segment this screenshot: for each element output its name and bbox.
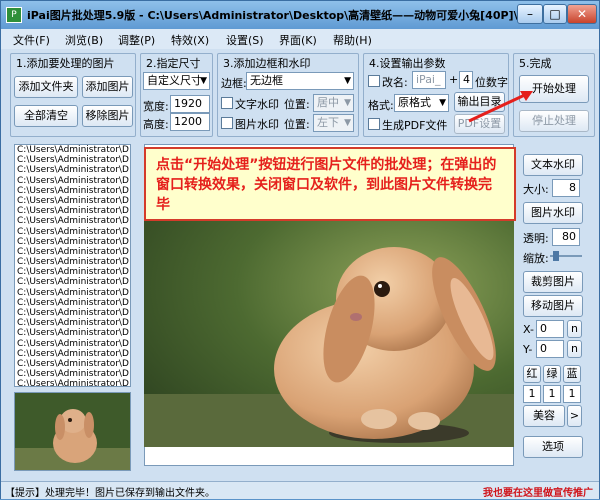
red-channel-button[interactable]: 红 xyxy=(523,365,541,383)
list-item[interactable]: C:\Users\Administrator\D xyxy=(15,165,130,175)
list-item[interactable]: C:\Users\Administrator\D xyxy=(15,196,130,206)
text-watermark-button[interactable]: 文本水印 xyxy=(523,154,583,176)
list-item[interactable]: C:\Users\Administrator\D xyxy=(15,328,130,338)
green-channel-button[interactable]: 绿 xyxy=(543,365,561,383)
list-item[interactable]: C:\Users\Administrator\D xyxy=(15,247,130,257)
list-item[interactable]: C:\Users\Administrator\D xyxy=(15,227,130,237)
list-item[interactable]: C:\Users\Administrator\D xyxy=(15,257,130,267)
list-item[interactable]: C:\Users\Administrator\D xyxy=(15,339,130,349)
scale-label: 缩放: xyxy=(523,252,549,265)
x-label: X- xyxy=(523,323,534,336)
image-watermark-button[interactable]: 图片水印 xyxy=(523,202,583,224)
thumbnail-preview xyxy=(14,392,131,471)
more-button[interactable]: > xyxy=(567,405,582,427)
y-input[interactable]: 0 xyxy=(536,340,564,358)
app-window: P iPai图片批处理5.9版 - C:\Users\Administrator… xyxy=(0,0,600,499)
opacity-label: 透明: xyxy=(523,232,549,245)
scale-slider-handle[interactable] xyxy=(553,251,559,261)
y-label: Y- xyxy=(523,343,533,356)
list-item[interactable]: C:\Users\Administrator\D xyxy=(15,206,130,216)
scale-slider[interactable] xyxy=(550,251,582,261)
list-item[interactable]: C:\Users\Administrator\D xyxy=(15,145,130,155)
blue-value-input[interactable]: 1 xyxy=(563,385,581,403)
promo-link[interactable]: 我也要在这里做宣传推广 xyxy=(483,484,593,499)
y-spin-button[interactable]: n xyxy=(567,340,582,358)
list-item[interactable]: C:\Users\Administrator\D xyxy=(15,359,130,369)
beauty-button[interactable]: 美容 xyxy=(523,405,565,427)
green-value-input[interactable]: 1 xyxy=(543,385,561,403)
list-item[interactable]: C:\Users\Administrator\D xyxy=(15,308,130,318)
instruction-callout: 点击“开始处理”按钮进行图片文件的批处理；在弹出的窗口转换效果，关闭窗口及软件，… xyxy=(144,147,516,221)
status-bar: 【提示】处理完毕！图片已保存到输出文件夹。 我也要在这里做宣传推广 xyxy=(1,481,599,499)
blue-channel-button[interactable]: 蓝 xyxy=(563,365,581,383)
size-label: 大小: xyxy=(523,183,549,196)
list-item[interactable]: C:\Users\Administrator\D xyxy=(15,369,130,379)
crop-image-button[interactable]: 裁剪图片 xyxy=(523,271,583,293)
list-item[interactable]: C:\Users\Administrator\D xyxy=(15,318,130,328)
file-list[interactable]: C:\Users\Administrator\D C:\Users\Adminis… xyxy=(14,144,131,387)
file-list-items: C:\Users\Administrator\D C:\Users\Adminis… xyxy=(15,145,130,386)
list-item[interactable]: C:\Users\Administrator\D xyxy=(15,176,130,186)
list-item[interactable]: C:\Users\Administrator\D xyxy=(15,237,130,247)
status-message: 【提示】处理完毕！图片已保存到输出文件夹。 xyxy=(5,488,215,499)
x-spin-button[interactable]: n xyxy=(567,320,582,338)
list-item[interactable]: C:\Users\Administrator\D xyxy=(15,298,130,308)
x-input[interactable]: 0 xyxy=(536,320,564,338)
list-item[interactable]: C:\Users\Administrator\D xyxy=(15,186,130,196)
text-size-input[interactable]: 8 xyxy=(552,179,580,197)
list-item[interactable]: C:\Users\Administrator\D xyxy=(15,288,130,298)
list-item[interactable]: C:\Users\Administrator\D xyxy=(15,155,130,165)
opacity-input[interactable]: 80 xyxy=(552,228,580,246)
list-item[interactable]: C:\Users\Administrator\D xyxy=(15,216,130,226)
rabbit-thumbnail-image xyxy=(15,393,130,470)
main-preview-image xyxy=(144,219,514,447)
move-image-button[interactable]: 移动图片 xyxy=(523,295,583,317)
rabbit-photo xyxy=(144,219,514,447)
list-item[interactable]: C:\Users\Administrator\D xyxy=(15,267,130,277)
list-item[interactable]: C:\Users\Administrator\D xyxy=(15,379,130,386)
options-button[interactable]: 选项 xyxy=(523,436,583,458)
list-item[interactable]: C:\Users\Administrator\D xyxy=(15,349,130,359)
red-value-input[interactable]: 1 xyxy=(523,385,541,403)
list-item[interactable]: C:\Users\Administrator\D xyxy=(15,277,130,287)
